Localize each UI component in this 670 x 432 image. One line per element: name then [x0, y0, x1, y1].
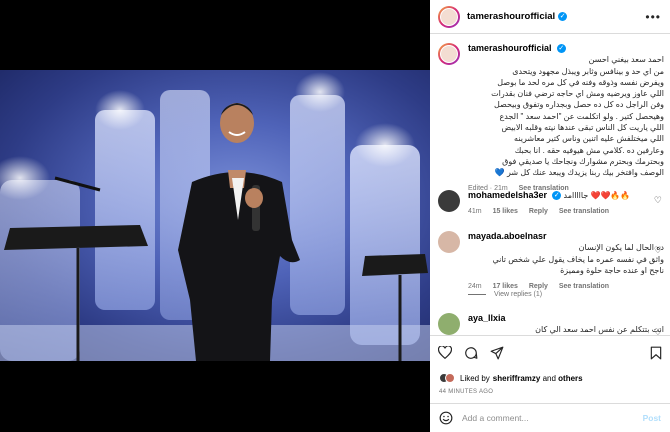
- caption-text: احمد سعد بيغني احسن من اي حد و بينافس وث…: [491, 55, 664, 178]
- comment-time: 41m: [468, 208, 482, 216]
- instagram-post-modal: tamerashourofficial ✓ ••• tamerashouroff…: [0, 0, 670, 432]
- share-send-icon[interactable]: [490, 346, 504, 360]
- post-actions-bar: [430, 335, 670, 363]
- comment-avatar[interactable]: [438, 313, 460, 335]
- comment-bubble-icon[interactable]: [464, 346, 478, 360]
- comment-username[interactable]: aya_llxia: [468, 313, 664, 324]
- comment-text: ده الحال لما يكون الإنسان واثق في نفسه ع…: [492, 243, 664, 275]
- caption: tamerashourofficial ✓ احمد سعد بيغني احس…: [438, 43, 664, 195]
- comment-username[interactable]: mohamedelsha3er: [468, 190, 547, 200]
- post-comment-button[interactable]: Post: [643, 413, 661, 423]
- comment-time: 24m: [468, 283, 482, 291]
- caption-username[interactable]: tamerashourofficial: [468, 43, 552, 53]
- like-heart-icon[interactable]: [438, 346, 452, 359]
- comment-text: انت بتتكلم عن نفس احمد سعد الي كان بيعنف…: [535, 325, 664, 335]
- liked-by-prefix: Liked by: [460, 373, 490, 383]
- comments-scroll-area[interactable]: tamerashourofficial ✓ احمد سعد بيغني احس…: [430, 35, 670, 335]
- post-time-ago[interactable]: 44 MINUTES AGO: [439, 389, 493, 395]
- add-comment-input[interactable]: Add a comment...: [462, 413, 529, 423]
- verified-badge-icon: ✓: [552, 191, 562, 201]
- comment-reply-button[interactable]: Reply: [529, 208, 548, 215]
- comment-avatar[interactable]: [438, 231, 460, 253]
- post-header: tamerashourofficial ✓ •••: [430, 0, 670, 34]
- comment-likes[interactable]: 15 likes: [493, 208, 518, 215]
- verified-badge-icon: ✓: [556, 44, 566, 54]
- liked-by-others[interactable]: others: [558, 374, 582, 383]
- comment-username[interactable]: mayada.aboelnasr: [468, 231, 664, 242]
- comment-likes[interactable]: 17 likes: [493, 283, 518, 290]
- view-replies-button[interactable]: View replies (1): [468, 291, 542, 298]
- liked-by-user[interactable]: sherifframzy: [493, 374, 541, 383]
- comment-like-heart-icon[interactable]: ♡: [654, 245, 662, 256]
- comment-item: mohamedelsha3er ✓ جااااامد ❤️❤️🔥🔥 41m 15…: [438, 190, 664, 217]
- emoji-icon[interactable]: [439, 411, 453, 425]
- header-username[interactable]: tamerashourofficial: [467, 11, 555, 22]
- header-avatar[interactable]: [438, 5, 460, 28]
- comment-avatar[interactable]: [438, 190, 460, 212]
- liked-by: Liked by sherifframzy and others: [439, 373, 583, 383]
- more-options-icon[interactable]: •••: [645, 10, 661, 24]
- post-media: [0, 0, 430, 432]
- post-side-panel: tamerashourofficial ✓ ••• tamerashouroff…: [430, 0, 670, 432]
- save-bookmark-icon[interactable]: [650, 346, 662, 360]
- comment-item: mayada.aboelnasr ده الحال لما يكون الإنس…: [438, 231, 664, 292]
- comment-text: جااااامد ❤️❤️🔥🔥: [563, 191, 631, 200]
- post-photo[interactable]: [0, 70, 430, 361]
- comment-like-heart-icon[interactable]: ♡: [654, 195, 662, 206]
- comment-see-translation[interactable]: See translation: [559, 283, 609, 290]
- comment-see-translation[interactable]: See translation: [559, 208, 609, 215]
- liked-by-and: and: [540, 373, 559, 383]
- add-comment-bar: Add a comment... Post: [430, 403, 670, 432]
- verified-badge-icon: ✓: [558, 12, 568, 21]
- concert-photo-illustration: [0, 72, 430, 361]
- comment-reply-button[interactable]: Reply: [529, 283, 548, 290]
- caption-avatar[interactable]: [438, 43, 460, 65]
- comment-like-heart-icon[interactable]: ♡: [654, 327, 662, 335]
- comment-item: aya_llxia انت بتتكلم عن نفس احمد سعد الي…: [438, 313, 664, 335]
- liker-avatar[interactable]: [445, 373, 455, 383]
